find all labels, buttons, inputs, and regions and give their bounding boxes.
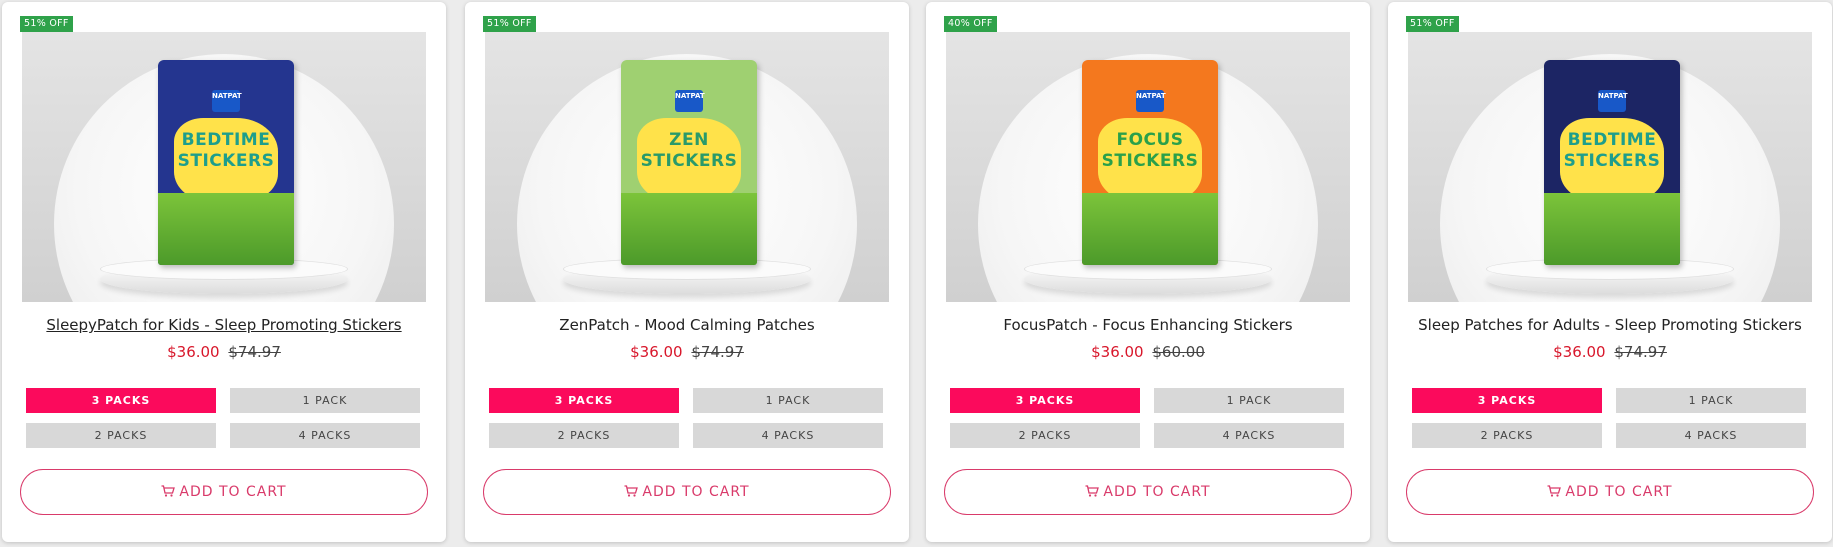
pouch-brand-logo: NATPAT <box>212 90 242 112</box>
option-3-packs[interactable]: 3 PACKS <box>26 388 216 413</box>
option-4-packs[interactable]: 4 PACKS <box>230 423 420 448</box>
option-4-packs[interactable]: 4 PACKS <box>1154 423 1344 448</box>
sale-price: $36.00 <box>630 343 683 361</box>
pouch-title-line2: STICKERS <box>1563 151 1661 171</box>
compare-price: $74.97 <box>691 343 744 361</box>
add-to-cart-button[interactable]: ADD TO CART <box>1406 469 1814 515</box>
pouch-title-line2: STICKERS <box>640 151 738 171</box>
pouch-title: BEDTIME STICKERS <box>170 130 282 172</box>
option-2-packs[interactable]: 2 PACKS <box>1412 423 1602 448</box>
product-pouch: NATPAT BEDTIME STICKERS <box>158 60 294 265</box>
option-1-pack[interactable]: 1 PACK <box>693 388 883 413</box>
option-1-pack[interactable]: 1 PACK <box>1154 388 1344 413</box>
add-to-cart-label: ADD TO CART <box>179 484 287 500</box>
sale-price: $36.00 <box>167 343 220 361</box>
product-title[interactable]: Sleep Patches for Adults - Sleep Promoti… <box>1406 316 1814 334</box>
add-to-cart-button[interactable]: ADD TO CART <box>944 469 1352 515</box>
pouch-title-line1: BEDTIME <box>1567 130 1657 150</box>
compare-price: $74.97 <box>1614 343 1667 361</box>
discount-badge: 40% OFF <box>944 16 997 32</box>
pouch-title: BEDTIME STICKERS <box>1556 130 1668 172</box>
pouch-title-line1: FOCUS <box>1116 130 1184 150</box>
product-card-inner: 40% OFF NATPAT FOCUS STICKERS FocusPatch… <box>944 2 1352 542</box>
add-to-cart-button[interactable]: ADD TO CART <box>483 469 891 515</box>
cart-icon <box>1085 485 1100 497</box>
product-title[interactable]: FocusPatch - Focus Enhancing Stickers <box>944 316 1352 334</box>
price-row: $36.00 $60.00 <box>944 343 1352 361</box>
option-2-packs[interactable]: 2 PACKS <box>489 423 679 448</box>
pouch-ground <box>158 193 294 265</box>
discount-badge: 51% OFF <box>20 16 73 32</box>
sale-price: $36.00 <box>1553 343 1606 361</box>
pouch-top-band <box>1082 60 1218 80</box>
compare-price: $60.00 <box>1152 343 1205 361</box>
option-2-packs[interactable]: 2 PACKS <box>26 423 216 448</box>
add-to-cart-label: ADD TO CART <box>642 484 750 500</box>
cart-icon <box>161 485 176 497</box>
pouch-brand-logo: NATPAT <box>1598 90 1628 112</box>
add-to-cart-label: ADD TO CART <box>1103 484 1211 500</box>
pouch-top-band <box>158 60 294 80</box>
product-image[interactable]: NATPAT ZEN STICKERS <box>485 32 889 302</box>
product-title[interactable]: ZenPatch - Mood Calming Patches <box>483 316 891 334</box>
product-pouch: NATPAT BEDTIME STICKERS <box>1544 60 1680 265</box>
pouch-title: FOCUS STICKERS <box>1094 130 1206 172</box>
option-3-packs[interactable]: 3 PACKS <box>1412 388 1602 413</box>
compare-price: $74.97 <box>228 343 281 361</box>
add-to-cart-label: ADD TO CART <box>1565 484 1673 500</box>
cart-icon <box>1547 485 1562 497</box>
option-1-pack[interactable]: 1 PACK <box>230 388 420 413</box>
option-3-packs[interactable]: 3 PACKS <box>489 388 679 413</box>
pouch-ground <box>1082 193 1218 265</box>
pouch-top-band <box>1544 60 1680 80</box>
pouch-brand-logo: NATPAT <box>675 90 705 112</box>
cart-icon <box>624 485 639 497</box>
option-4-packs[interactable]: 4 PACKS <box>1616 423 1806 448</box>
pouch-title-line1: BEDTIME <box>181 130 271 150</box>
product-card-inner: 51% OFF NATPAT BEDTIME STICKERS SleepyPa… <box>20 2 428 542</box>
price-row: $36.00 $74.97 <box>20 343 428 361</box>
product-image[interactable]: NATPAT BEDTIME STICKERS <box>1408 32 1812 302</box>
option-4-packs[interactable]: 4 PACKS <box>693 423 883 448</box>
option-3-packs[interactable]: 3 PACKS <box>950 388 1140 413</box>
pouch-title: ZEN STICKERS <box>633 130 745 172</box>
pouch-title-line2: STICKERS <box>177 151 275 171</box>
pouch-ground <box>1544 193 1680 265</box>
product-pouch: NATPAT FOCUS STICKERS <box>1082 60 1218 265</box>
product-pouch: NATPAT ZEN STICKERS <box>621 60 757 265</box>
product-title[interactable]: SleepyPatch for Kids - Sleep Promoting S… <box>20 316 428 334</box>
product-card-2: 51% OFF NATPAT ZEN STICKERS ZenPatch - M… <box>465 2 909 542</box>
product-card-1: 51% OFF NATPAT BEDTIME STICKERS SleepyPa… <box>2 2 446 542</box>
add-to-cart-button[interactable]: ADD TO CART <box>20 469 428 515</box>
pouch-top-band <box>621 60 757 80</box>
option-1-pack[interactable]: 1 PACK <box>1616 388 1806 413</box>
price-row: $36.00 $74.97 <box>483 343 891 361</box>
product-image[interactable]: NATPAT BEDTIME STICKERS <box>22 32 426 302</box>
pouch-title-line1: ZEN <box>669 130 709 150</box>
product-card-3: 40% OFF NATPAT FOCUS STICKERS FocusPatch… <box>926 2 1370 542</box>
option-2-packs[interactable]: 2 PACKS <box>950 423 1140 448</box>
product-card-inner: 51% OFF NATPAT BEDTIME STICKERS Sleep Pa… <box>1406 2 1814 542</box>
product-card-inner: 51% OFF NATPAT ZEN STICKERS ZenPatch - M… <box>483 2 891 542</box>
discount-badge: 51% OFF <box>1406 16 1459 32</box>
price-row: $36.00 $74.97 <box>1406 343 1814 361</box>
pouch-title-line2: STICKERS <box>1101 151 1199 171</box>
product-image[interactable]: NATPAT FOCUS STICKERS <box>946 32 1350 302</box>
pouch-brand-logo: NATPAT <box>1136 90 1166 112</box>
discount-badge: 51% OFF <box>483 16 536 32</box>
sale-price: $36.00 <box>1091 343 1144 361</box>
pouch-ground <box>621 193 757 265</box>
product-card-4: 51% OFF NATPAT BEDTIME STICKERS Sleep Pa… <box>1388 2 1832 542</box>
